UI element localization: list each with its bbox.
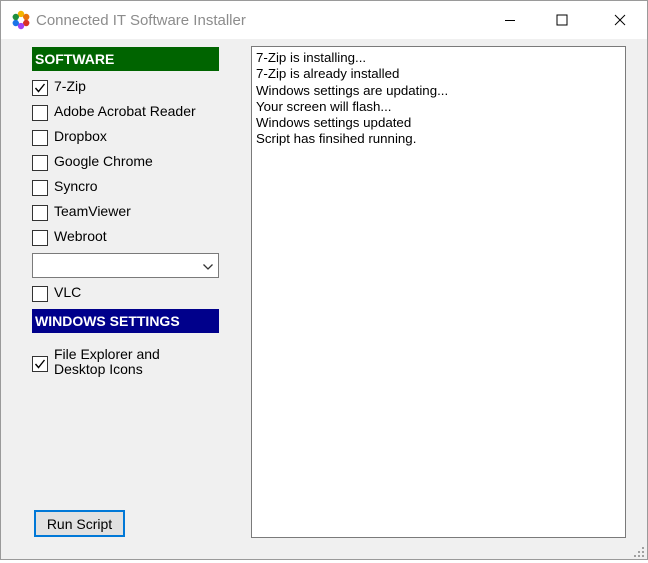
chevron-down-icon[interactable]	[202, 260, 214, 278]
close-icon	[614, 14, 626, 26]
checkbox-box[interactable]	[32, 180, 48, 196]
minimize-button[interactable]	[487, 1, 533, 39]
checkbox-label: Syncro	[54, 178, 98, 194]
title-bar[interactable]: Connected IT Software Installer	[1, 1, 647, 39]
checkbox-adobe-acrobat-reader[interactable]: Adobe Acrobat Reader	[32, 103, 196, 123]
checkbox-box[interactable]	[32, 205, 48, 221]
checkbox-syncro[interactable]: Syncro	[32, 178, 98, 198]
output-log[interactable]: 7-Zip is installing... 7-Zip is already …	[251, 46, 626, 538]
checkmark-icon	[34, 83, 46, 93]
checkbox-box[interactable]	[32, 130, 48, 146]
log-line: Windows settings updated	[256, 115, 412, 131]
checkbox-file-explorer-desktop-icons[interactable]: File Explorer and Desktop Icons	[32, 347, 194, 379]
checkbox-7zip[interactable]: 7-Zip	[32, 78, 86, 98]
checkbox-box[interactable]	[32, 286, 48, 302]
log-line: 7-Zip is installing...	[256, 50, 367, 65]
checkbox-label: 7-Zip	[54, 78, 86, 94]
checkbox-label: Google Chrome	[54, 153, 153, 169]
checkbox-label: Dropbox	[54, 128, 107, 144]
window-title: Connected IT Software Installer	[36, 12, 246, 29]
checkbox-vlc[interactable]: VLC	[32, 284, 81, 304]
checkmark-icon	[34, 359, 46, 369]
checkbox-box[interactable]	[32, 80, 48, 96]
log-line: Windows settings are updating...	[256, 82, 449, 98]
checkbox-webroot[interactable]: Webroot	[32, 228, 107, 248]
software-dropdown[interactable]	[32, 253, 219, 278]
close-button[interactable]	[597, 1, 643, 39]
resize-grip-icon[interactable]	[633, 545, 645, 557]
checkbox-label: VLC	[54, 284, 82, 300]
log-line: Your screen will flash...	[256, 98, 392, 114]
windows-settings-header: WINDOWS SETTINGS	[32, 309, 219, 333]
checkbox-box[interactable]	[32, 230, 48, 246]
maximize-icon	[556, 14, 568, 26]
checkbox-box[interactable]	[32, 356, 48, 372]
checkbox-box[interactable]	[32, 155, 48, 171]
checkbox-google-chrome[interactable]: Google Chrome	[32, 153, 153, 173]
maximize-button[interactable]	[539, 1, 585, 39]
installer-window: Connected IT Software Installer SOFTWARE	[0, 0, 648, 560]
checkbox-label: TeamViewer	[54, 203, 131, 219]
run-script-button[interactable]: Run Script	[34, 510, 125, 537]
minimize-icon	[505, 20, 515, 21]
checkbox-label: Webroot	[54, 228, 107, 244]
app-logo-icon	[11, 10, 31, 30]
checkbox-box[interactable]	[32, 105, 48, 121]
software-header: SOFTWARE	[32, 47, 219, 71]
checkbox-label: File Explorer and Desktop Icons	[54, 346, 160, 377]
log-line: Script has finsihed running.	[256, 131, 417, 147]
checkbox-teamviewer[interactable]: TeamViewer	[32, 203, 131, 223]
checkbox-dropbox[interactable]: Dropbox	[32, 128, 107, 148]
log-line: 7-Zip is already installed	[256, 66, 400, 82]
checkbox-label: Adobe Acrobat Reader	[54, 103, 196, 119]
